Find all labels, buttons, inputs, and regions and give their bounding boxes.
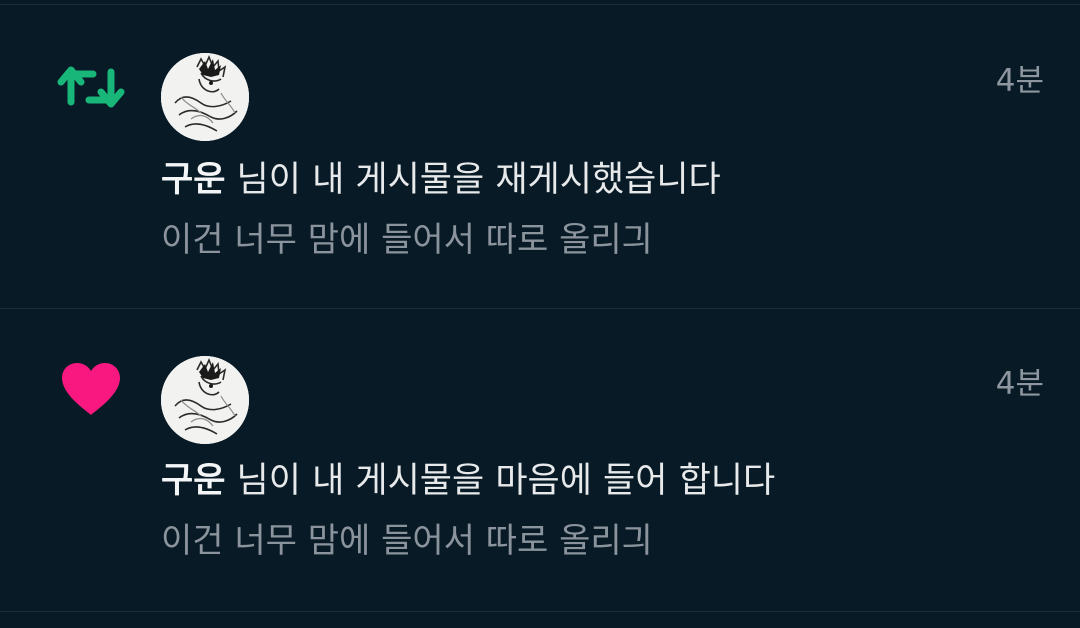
retweet-icon [57, 62, 125, 116]
notification-retweet[interactable]: 4분 구운 님이 내 게시물을 재게시했습니다 이건 너무 맘에 들어서 따로 … [0, 0, 1080, 308]
avatar[interactable] [161, 53, 249, 141]
timestamp: 4분 [995, 63, 1044, 99]
username-link[interactable]: 구운 [161, 461, 225, 501]
notification-message: 구운 님이 내 게시물을 재게시했습니다 [161, 160, 721, 200]
heart-icon [60, 361, 122, 421]
notification-like[interactable]: 4분 구운 님이 내 게시물을 마음에 들어 합니다 이건 너무 맘에 들어서 … [0, 309, 1080, 609]
action-text: 님이 내 게시물을 마음에 들어 합니다 [236, 461, 776, 501]
timestamp: 4분 [995, 366, 1044, 402]
avatar[interactable] [161, 356, 249, 444]
bottom-divider [0, 611, 1080, 612]
post-preview-text[interactable]: 이건 너무 맘에 들어서 따로 올리긔 [161, 521, 653, 561]
action-text: 님이 내 게시물을 재게시했습니다 [236, 160, 721, 200]
post-preview-text[interactable]: 이건 너무 맘에 들어서 따로 올리긔 [161, 220, 653, 260]
username-link[interactable]: 구운 [161, 160, 225, 200]
notification-message: 구운 님이 내 게시물을 마음에 들어 합니다 [161, 461, 775, 501]
